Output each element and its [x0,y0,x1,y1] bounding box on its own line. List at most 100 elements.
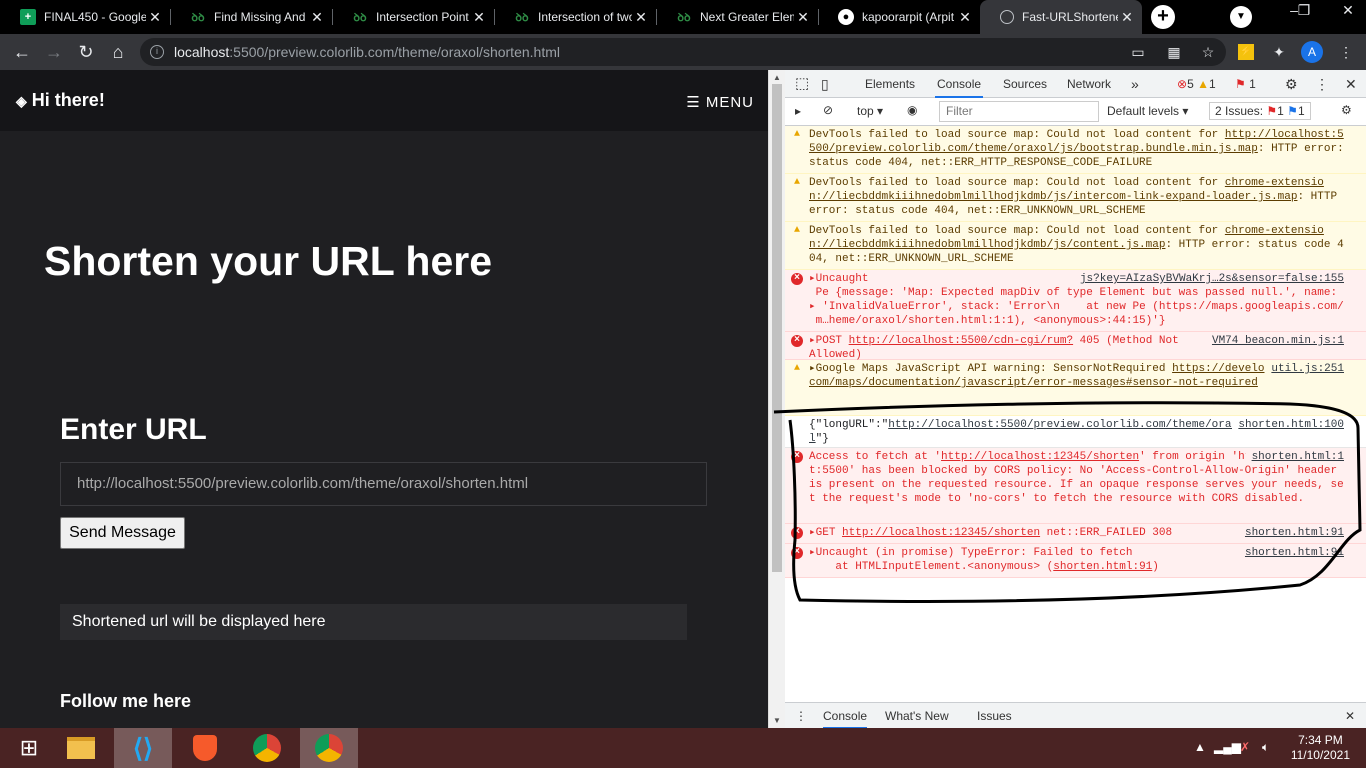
new-tab-button[interactable]: + [1151,5,1175,29]
site-info-icon[interactable]: i [150,45,164,59]
tab-close-icon[interactable]: ✕ [632,9,650,26]
message-link[interactable]: shorten.html:91 [1053,561,1152,573]
url-input[interactable]: http://localhost:5500/preview.colorlib.c… [60,462,707,506]
message-source-link[interactable]: js?key=AIzaSyBVWaKrj…2s&sensor=false:155 [1073,272,1344,286]
puzzle-extensions-icon[interactable]: ✦ [1269,42,1289,62]
address-bar[interactable]: i localhost:5500/preview.colorlib.com/th… [140,38,1226,66]
drawer-menu-icon[interactable]: ⋮ [795,703,807,729]
sidebar-toggle-icon[interactable]: ▸ [795,104,801,118]
send-message-button[interactable]: Send Message [60,517,185,549]
drawer-tab-console[interactable]: Console [823,703,868,729]
message-source-link[interactable]: shorten.html:91 [1238,526,1344,540]
window-close-icon[interactable]: ✕ [1330,0,1366,34]
site-brand[interactable]: ◈ Hi there! [16,90,105,111]
devtools-close-icon[interactable]: ✕ [1345,70,1357,98]
tab-console[interactable]: Console [935,70,984,98]
message-source-link[interactable]: util.js:251 [1265,362,1344,376]
power-status-icon[interactable]: ✗ [1240,740,1250,754]
tab-close-icon[interactable]: ✕ [308,9,326,26]
volume-icon[interactable]: 🔈︎ [1262,740,1269,755]
tab-close-icon[interactable]: ✕ [470,9,488,26]
drawer-close-icon[interactable]: ✕ [1345,703,1355,729]
network-icon[interactable]: ▂▄▆ [1214,740,1241,754]
drawer-tab-whats-new[interactable]: What's New [885,703,949,729]
issues-error-count: 1 [1277,104,1284,118]
more-tabs-icon[interactable]: » [1131,70,1139,98]
console-message-err[interactable]: × Access to fetch at 'http://localhost:12… [785,448,1366,524]
tab-elements[interactable]: Elements [865,70,915,98]
menu-button[interactable]: ☰ MENU [686,93,754,111]
message-source-link[interactable]: shorten.html:91 [1238,546,1344,560]
tab-next-greater[interactable]: ꝺꝺ Next Greater Element ✕ [656,0,818,34]
console-message-err[interactable]: × ▸GET http://localhost:12345/shorten net… [785,524,1366,544]
inspect-element-icon[interactable]: ⬚ [795,70,809,98]
clear-console-icon[interactable]: ⊘ [823,103,833,117]
back-arrow-icon[interactable]: ← [10,40,34,64]
kebab-menu-icon[interactable]: ⋮ [1336,42,1356,62]
tab-network[interactable]: Network [1067,70,1111,98]
tab-intersection-two[interactable]: ꝺꝺ Intersection of two Linked Lists ✕ [494,0,656,34]
tab-find-missing[interactable]: ꝺꝺ Find Missing And Repeating ✕ [170,0,332,34]
tab-close-icon[interactable]: ✕ [146,9,164,26]
scroll-up-icon[interactable]: ▲ [773,73,781,82]
scroll-down-icon[interactable]: ▼ [773,716,781,725]
system-clock[interactable]: 7:34 PM 11/10/2021 [1291,733,1350,763]
tab-close-icon[interactable]: ✕ [1118,9,1136,26]
console-message-warn[interactable]: ▲ DevTools failed to load source map: Cou… [785,126,1366,174]
settings-gear-icon[interactable]: ⚙ [1285,70,1298,98]
chrome-icon[interactable] [238,728,296,768]
console-message-err[interactable]: × ▸POST http://localhost:5500/cdn-cgi/rum… [785,332,1366,361]
console-message-warn[interactable]: ▲ ▸Google Maps JavaScript API warning: Se… [785,360,1366,416]
extension-icon[interactable]: ⚡ [1238,44,1254,60]
message-link[interactable]: http://localhost:12345/shorten [842,527,1040,539]
restore-icon[interactable]: ❐ [1286,0,1322,34]
message-link[interactable]: http://localhost:5500/cdn-cgi/rum? [849,335,1073,347]
forward-arrow-icon[interactable]: → [42,40,66,64]
eye-icon[interactable]: ◉ [907,103,917,117]
devtools-menu-icon[interactable]: ⋮ [1315,70,1329,98]
issues-counter[interactable]: ⚑ 1 [1235,70,1256,98]
clock-date: 11/10/2021 [1290,748,1350,762]
chrome-profile-icon[interactable] [300,728,358,768]
reload-icon[interactable]: ↻ [74,40,98,64]
cast-icon[interactable]: ▭ [1128,42,1148,62]
vscode-icon[interactable]: ⟨⟩ [114,728,172,768]
error-counter[interactable]: ⊗5 ▲1 [1177,70,1216,98]
message-source-link[interactable]: shorten.html:100 [1232,418,1344,432]
issue-flag-icon: ⚑ [1235,77,1246,91]
tab-close-icon[interactable]: ✕ [956,9,974,26]
console-filter-input[interactable]: Filter [939,101,1099,122]
bookmark-star-icon[interactable]: ☆ [1198,42,1218,62]
page-scrollbar[interactable]: ▲ ▼ [768,70,785,728]
message-source-link[interactable]: shorten.html:1 [1245,450,1344,464]
tab-sources[interactable]: Sources [1003,70,1047,98]
windows-start-icon[interactable]: ⊞ [0,728,58,768]
tab-search-icon[interactable]: ▼ [1230,6,1252,28]
log-levels-dropdown[interactable]: Default levels ▾ [1107,104,1188,118]
console-message-err[interactable]: × ▸Uncaught Pe {message: 'Map: Expected m… [785,270,1366,332]
brave-icon[interactable] [176,728,234,768]
show-hidden-icons[interactable]: ▲ [1194,740,1206,754]
issues-button[interactable]: 2 Issues: ⚑1 ⚑1 [1209,102,1311,120]
profile-avatar[interactable]: A [1301,41,1323,63]
message-link[interactable]: http://localhost:12345/shorten [941,451,1139,463]
tab-google-sheets[interactable]: + FINAL450 - Google Sheets ✕ [0,0,170,34]
console-message-log[interactable]: {"longURL":"http://localhost:5500/previe… [785,416,1366,448]
qr-icon[interactable]: ▦ [1164,42,1184,62]
tab-close-icon[interactable]: ✕ [794,9,812,26]
tab-github[interactable]: ● kapoorarpit (Arpit Kapoor) ✕ [818,0,980,34]
console-message-err[interactable]: × ▸Uncaught (in promise) TypeError: Faile… [785,544,1366,578]
drawer-tab-issues[interactable]: Issues [977,703,1012,729]
tab-intersection-point[interactable]: ꝺꝺ Intersection Point in Y Shaped ✕ [332,0,494,34]
tab-fast-urlshortener[interactable]: Fast-URLShortener ✕ [980,0,1142,34]
console-message-warn[interactable]: ▲ DevTools failed to load source map: Cou… [785,174,1366,222]
console-settings-icon[interactable]: ⚙ [1341,103,1352,117]
context-selector[interactable]: top ▾ [857,104,883,118]
file-explorer-icon[interactable] [52,728,110,768]
message-source-link[interactable]: VM74 beacon.min.js:1 [1205,334,1344,348]
device-toolbar-icon[interactable]: ▯ [821,70,829,98]
home-icon[interactable]: ⌂ [106,40,130,64]
scrollbar-thumb[interactable] [772,84,782,572]
console-message-warn[interactable]: ▲ DevTools failed to load source map: Cou… [785,222,1366,270]
devtools-panel: ⬚ ▯ Elements Console Sources Network » ⊗… [785,70,1366,729]
